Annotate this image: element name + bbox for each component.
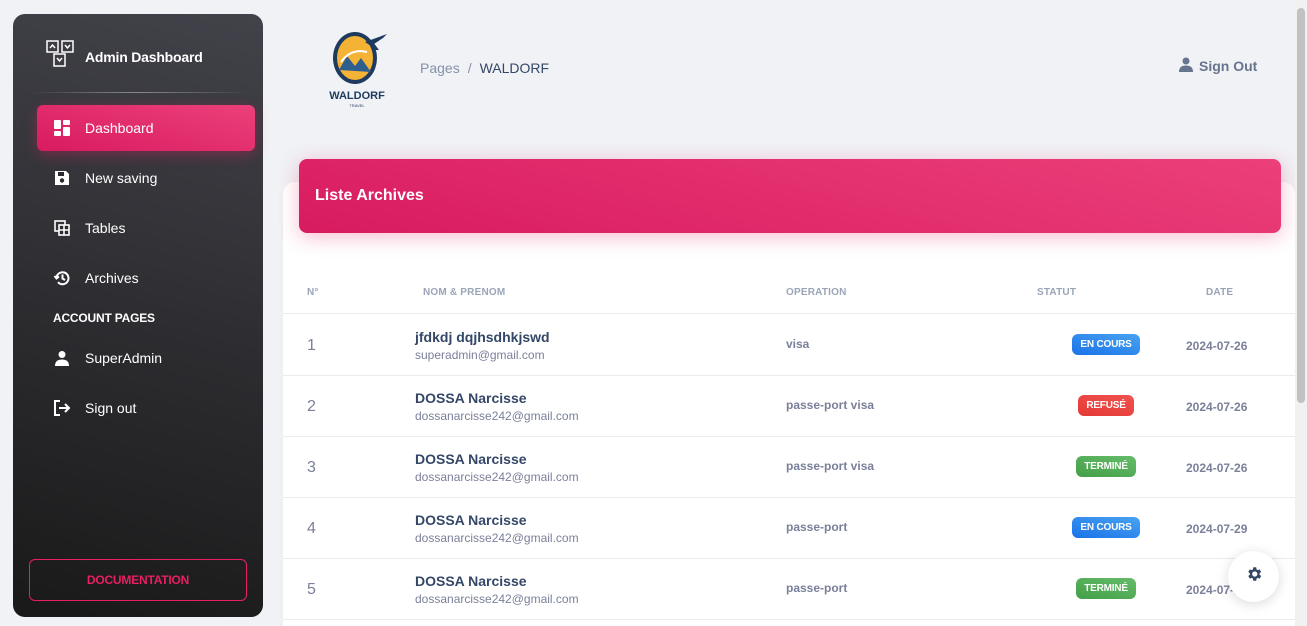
brand-title: Admin Dashboard	[85, 48, 203, 65]
row-date: 2024-07-26	[1186, 461, 1248, 475]
column-header-number: N°	[307, 287, 319, 298]
divider	[29, 92, 247, 93]
row-operation: passe-port visa	[786, 398, 875, 412]
sidebar-item-label: New saving	[85, 170, 158, 186]
user-icon	[1179, 57, 1193, 75]
sidebar-item-label: SuperAdmin	[85, 350, 163, 366]
page-scrollbar[interactable]	[1295, 0, 1307, 626]
sidebar-nav: Dashboard New saving Tables Archives ACC…	[37, 105, 255, 435]
column-header-operation: OPERATION	[786, 287, 847, 298]
sidebar-item-new-saving[interactable]: New saving	[37, 155, 255, 201]
table-row[interactable]: 5 DOSSA Narcisse dossanarcisse242@gmail.co…	[283, 559, 1295, 620]
table-row[interactable]: 2 DOSSA Narcisse dossanarcisse242@gmail.co…	[283, 376, 1295, 437]
sidebar-item-label: Archives	[85, 270, 139, 286]
row-email: dossanarcisse242@gmail.com	[415, 409, 579, 423]
sidebar-item-superadmin[interactable]: SuperAdmin	[37, 335, 255, 381]
row-operation: passe-port	[786, 581, 848, 595]
save-icon	[53, 169, 71, 187]
table-header: N° NOM & PRENOM OPERATION STATUT DATE	[283, 272, 1295, 314]
row-name: DOSSA Narcisse	[415, 451, 527, 467]
column-header-status: STATUT	[1037, 287, 1077, 298]
sign-out-label: Sign Out	[1199, 58, 1258, 74]
logo-subtext: TRAVEL	[349, 103, 365, 108]
settings-button[interactable]	[1228, 551, 1279, 602]
sidebar-item-label: Tables	[85, 220, 126, 236]
row-operation: visa	[786, 337, 810, 351]
table-row[interactable]: 1 jfdkdj dqjhsdhkjswd superadmin@gmail.com…	[283, 315, 1295, 376]
row-status-cell: REFUSÉ	[1056, 395, 1156, 416]
history-icon	[53, 269, 71, 287]
status-badge: EN COURS	[1072, 334, 1140, 355]
row-operation: passe-port	[786, 520, 848, 534]
logo-text: WALDORF	[329, 90, 385, 102]
row-email: dossanarcisse242@gmail.com	[415, 592, 579, 606]
logout-icon	[53, 399, 71, 417]
sidebar-item-label: Dashboard	[85, 120, 154, 136]
sidebar-item-label: Sign out	[85, 400, 137, 416]
column-header-date: DATE	[1206, 287, 1234, 298]
user-icon	[53, 349, 71, 367]
row-email: superadmin@gmail.com	[415, 348, 545, 362]
row-status-cell: TERMINÉ	[1056, 578, 1156, 599]
status-badge: TERMINÉ	[1076, 456, 1136, 477]
row-status-cell: TERMINÉ	[1056, 456, 1156, 477]
sidebar-item-dashboard[interactable]: Dashboard	[37, 105, 255, 151]
column-header-name: NOM & PRENOM	[423, 287, 506, 298]
status-badge: TERMINÉ	[1076, 578, 1136, 599]
header-sign-out-button[interactable]: Sign Out	[1179, 57, 1257, 75]
row-number: 5	[307, 581, 316, 598]
row-status-cell: EN COURS	[1056, 334, 1156, 355]
sidebar-item-tables[interactable]: Tables	[37, 205, 255, 251]
row-date: 2024-07-26	[1186, 400, 1248, 414]
row-email: dossanarcisse242@gmail.com	[415, 470, 579, 484]
sidebar-item-sign-out[interactable]: Sign out	[37, 385, 255, 431]
row-number: 1	[307, 337, 316, 354]
row-name: DOSSA Narcisse	[415, 573, 527, 589]
sidebar: Admin Dashboard Dashboard New saving Tab…	[13, 14, 263, 617]
breadcrumb-current: WALDORF	[479, 60, 550, 76]
table-icon	[53, 219, 71, 237]
status-badge: REFUSÉ	[1078, 395, 1134, 416]
brand-icon	[45, 39, 75, 74]
waldorf-logo[interactable]: WALDORF TRAVEL	[321, 28, 393, 110]
row-status-cell: EN COURS	[1056, 517, 1156, 538]
table-row[interactable]: 3 DOSSA Narcisse dossanarcisse242@gmail.co…	[283, 437, 1295, 498]
row-name: jfdkdj dqjhsdhkjswd	[415, 329, 550, 345]
scrollbar-thumb[interactable]	[1297, 8, 1305, 403]
gear-icon	[1245, 565, 1263, 588]
row-date: 2024-07-26	[1186, 339, 1248, 353]
row-date: 2024-07-29	[1186, 522, 1248, 536]
row-number: 3	[307, 459, 316, 476]
brand[interactable]: Admin Dashboard	[45, 39, 203, 74]
breadcrumb-root[interactable]: Pages	[420, 60, 460, 76]
row-email: dossanarcisse242@gmail.com	[415, 531, 579, 545]
table-row[interactable]: 4 DOSSA Narcisse dossanarcisse242@gmail.co…	[283, 498, 1295, 559]
dashboard-icon	[53, 119, 71, 137]
status-badge: EN COURS	[1072, 517, 1140, 538]
row-operation: passe-port visa	[786, 459, 875, 473]
row-name: DOSSA Narcisse	[415, 390, 527, 406]
row-number: 4	[307, 520, 316, 537]
card-title: Liste Archives	[299, 159, 1281, 233]
breadcrumb: Pages / WALDORF	[420, 60, 549, 76]
row-name: DOSSA Narcisse	[415, 512, 527, 528]
sidebar-item-archives[interactable]: Archives	[37, 255, 255, 301]
row-number: 2	[307, 398, 316, 415]
breadcrumb-separator: /	[467, 60, 472, 76]
documentation-button[interactable]: DOCUMENTATION	[29, 559, 247, 601]
section-heading: ACCOUNT PAGES	[53, 311, 155, 325]
